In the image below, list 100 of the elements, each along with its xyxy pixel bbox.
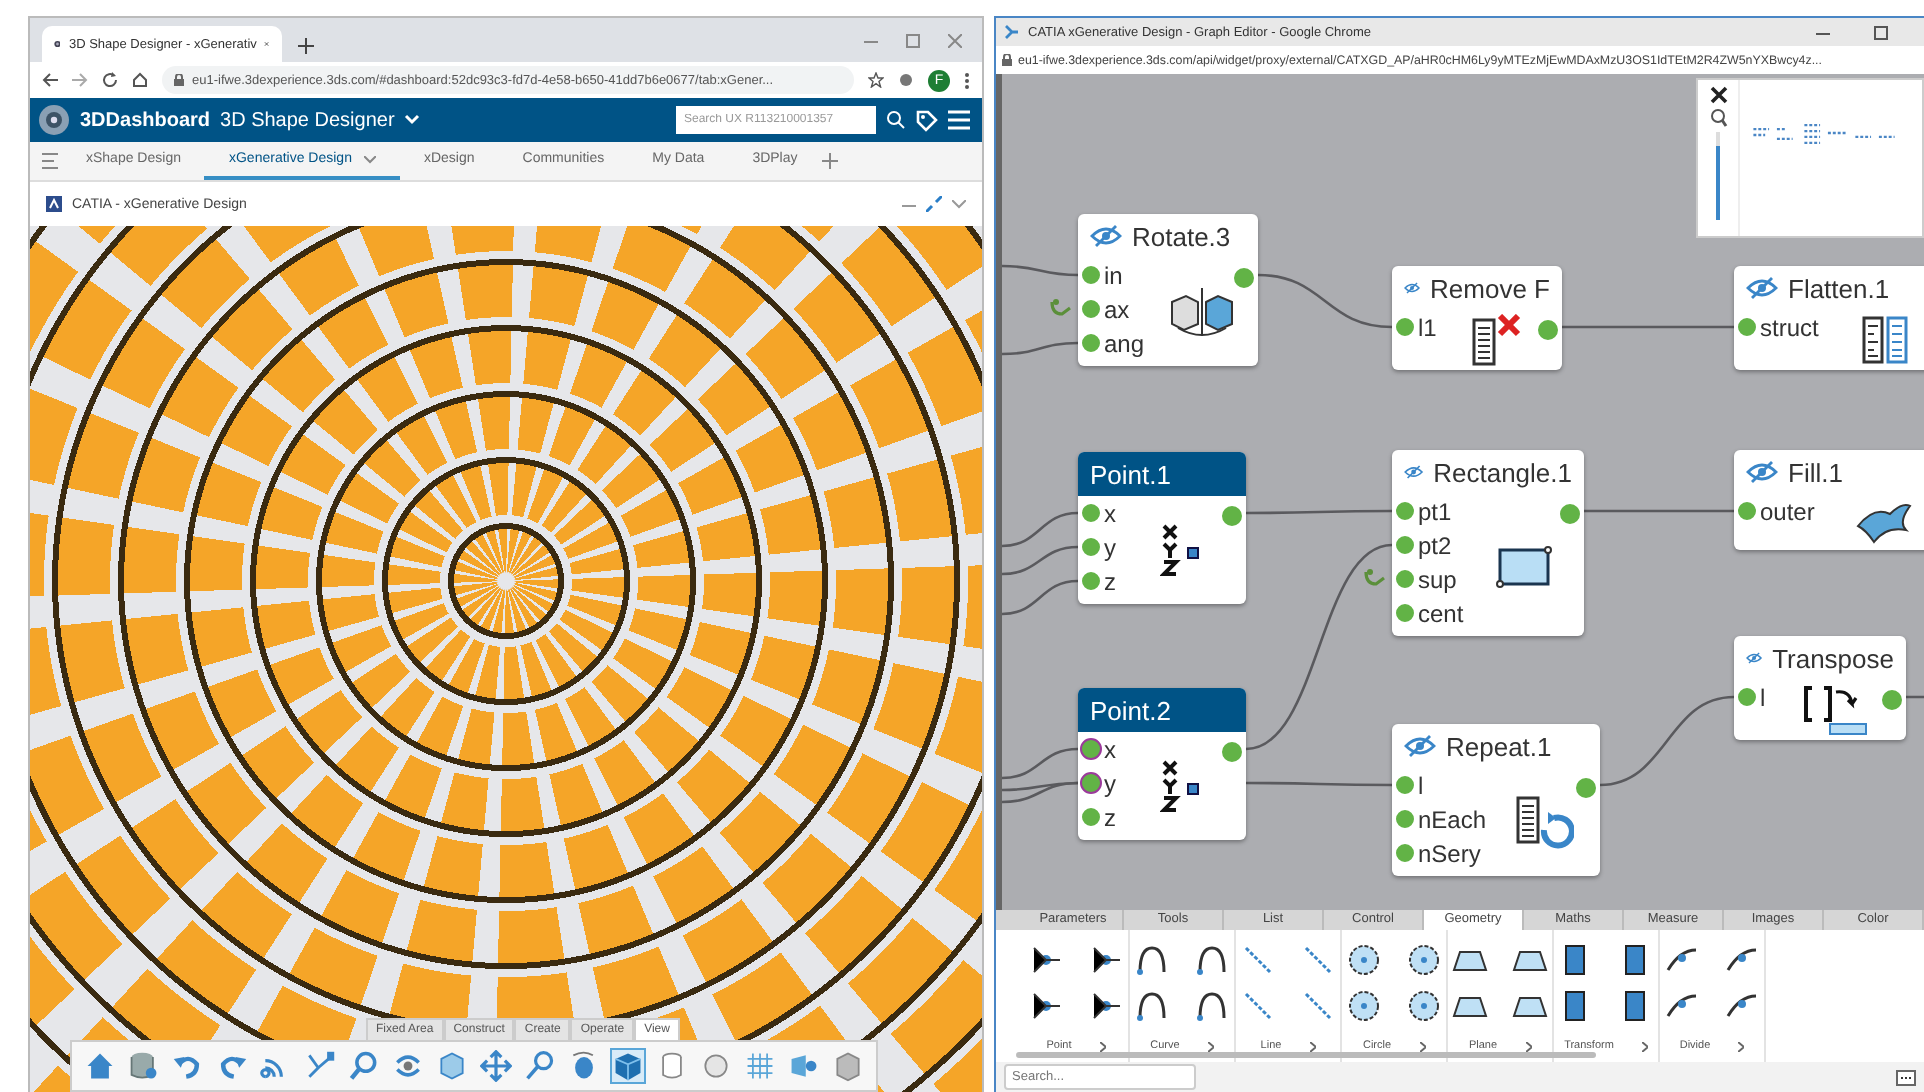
geometry-tool-icon[interactable] [1194, 942, 1230, 978]
extension-icon[interactable] [898, 72, 914, 88]
rotate-arrows-icon[interactable] [392, 1050, 424, 1082]
eye-slash-icon[interactable] [1746, 276, 1778, 300]
node-title: Remove F [1430, 273, 1550, 303]
move-arrows-icon[interactable] [480, 1050, 512, 1082]
connection-wire [1002, 264, 1079, 277]
close-icon[interactable] [1709, 86, 1727, 104]
eye-slash-icon[interactable] [1404, 460, 1424, 484]
graph-node[interactable]: Remove F l1 [1392, 266, 1562, 370]
port-label: nSery [1418, 839, 1481, 867]
geometry-tool-icon[interactable] [1028, 942, 1064, 978]
graph-node[interactable]: Flatten.1 struct [1734, 266, 1924, 370]
output-port[interactable] [1880, 688, 1904, 712]
graph-node[interactable]: Point.1 x y z [1078, 452, 1246, 604]
home-icon[interactable] [132, 72, 148, 88]
input-port[interactable] [1080, 772, 1102, 794]
connection-wire [1599, 695, 1735, 787]
eye-slash-icon[interactable] [1404, 734, 1436, 758]
cube-icon[interactable] [436, 1050, 468, 1082]
geometry-tool-icon[interactable] [1194, 988, 1230, 1024]
maximize-icon[interactable] [1874, 25, 1888, 39]
shaded-cube-icon[interactable] [612, 1050, 644, 1082]
chevron-right-icon[interactable] [1207, 1041, 1214, 1051]
node-title: Rectangle.1 [1433, 457, 1572, 487]
port-label: sup [1418, 565, 1457, 593]
port-label: x [1104, 735, 1116, 763]
geometry-tool-icon[interactable] [1134, 988, 1170, 1024]
port-label: in [1104, 261, 1123, 289]
graph-app-icon [1004, 24, 1020, 40]
graph-node[interactable]: Point.2 x y z [1078, 688, 1246, 840]
menu-icon[interactable] [964, 71, 970, 89]
zoom-icon[interactable] [524, 1050, 556, 1082]
list-repeat-icon [1513, 794, 1574, 850]
port-label: x [1104, 499, 1116, 527]
sphere-icon[interactable] [700, 1050, 732, 1082]
menu-icon[interactable] [948, 110, 970, 130]
fill-surface-icon [1854, 498, 1915, 546]
node-graph-icon[interactable] [304, 1050, 336, 1082]
port-label: ax [1104, 295, 1130, 323]
geometry-tool-icon[interactable] [1028, 988, 1064, 1024]
eye-slash-icon[interactable] [1090, 224, 1122, 248]
geometry-tool-icon[interactable] [1088, 942, 1124, 978]
globe-icon [54, 36, 61, 52]
cylinder-icon[interactable] [656, 1050, 688, 1082]
lock-icon [174, 74, 184, 86]
chevron-right-icon[interactable] [1099, 1041, 1106, 1051]
output-port[interactable] [1574, 776, 1598, 800]
output-port[interactable] [1232, 266, 1256, 290]
grid-icon[interactable] [744, 1050, 776, 1082]
maximize-icon[interactable] [906, 33, 920, 47]
database-icon[interactable] [128, 1050, 160, 1082]
node-title: Rotate.3 [1132, 221, 1231, 251]
tag-icon[interactable] [916, 109, 938, 131]
search-icon[interactable] [886, 110, 906, 130]
compass-logo-icon[interactable] [38, 104, 70, 136]
scrollbar[interactable] [1016, 1052, 1596, 1058]
more-options-icon[interactable] [1896, 1069, 1916, 1085]
input-port[interactable] [1080, 738, 1102, 760]
port-label: l1 [1418, 313, 1437, 341]
node-title: Point.1 [1090, 459, 1171, 489]
graph-node[interactable]: Transpose l [1734, 636, 1906, 740]
collapse-arrows-icon[interactable] [926, 196, 942, 212]
geometry-tool-icon[interactable] [1346, 942, 1382, 978]
star-icon[interactable] [868, 72, 884, 88]
geometry-tool-icon[interactable] [1134, 942, 1170, 978]
magnifier-icon[interactable] [348, 1050, 380, 1082]
back-arrow-icon[interactable] [42, 72, 58, 88]
output-port[interactable] [1220, 740, 1244, 764]
new-tab-icon[interactable] [298, 38, 314, 54]
reload-icon[interactable] [102, 72, 118, 88]
output-port[interactable] [1220, 504, 1244, 528]
node-title: Point.2 [1090, 695, 1171, 725]
box-icon[interactable] [832, 1050, 864, 1082]
zoom-icon[interactable] [1709, 108, 1727, 128]
brand-name: 3DDashboard [80, 109, 211, 131]
chevron-right-icon[interactable] [1525, 1041, 1532, 1051]
connection-wire [1002, 545, 1079, 576]
geometry-tool-icon[interactable] [1406, 942, 1442, 978]
camera-icon[interactable] [788, 1050, 820, 1082]
chevron-right-icon[interactable] [1641, 1041, 1648, 1051]
geometry-tool-icon[interactable] [1406, 988, 1442, 1024]
dashboard-title[interactable]: 3D Shape Designer [220, 109, 395, 131]
geometry-tool-icon[interactable] [1346, 988, 1382, 1024]
geometry-tool-icon[interactable] [1088, 988, 1124, 1024]
output-port[interactable] [1558, 502, 1582, 526]
connection-wire [1002, 579, 1079, 616]
eye-slash-icon[interactable] [1746, 460, 1778, 484]
chevron-right-icon[interactable] [1419, 1041, 1426, 1051]
xyz-point-icon [1159, 522, 1203, 578]
forward-arrow-icon[interactable] [72, 72, 88, 88]
chevron-right-icon[interactable] [1738, 1041, 1745, 1051]
output-port[interactable] [1536, 318, 1560, 342]
chevron-right-icon[interactable] [1309, 1041, 1316, 1051]
port-label: pt2 [1418, 531, 1452, 559]
graph-node[interactable]: Repeat.1 l nEach nSery [1392, 724, 1600, 876]
graph-node[interactable]: Fill.1 outer [1734, 450, 1924, 550]
home-icon[interactable] [84, 1050, 116, 1082]
port-label: struct [1760, 313, 1819, 341]
port-label: l [1760, 683, 1766, 711]
